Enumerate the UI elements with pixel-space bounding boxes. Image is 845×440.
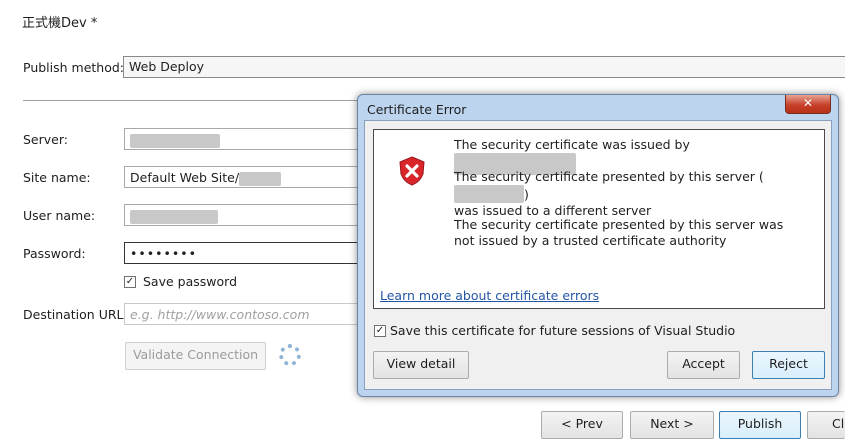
destination-url-placeholder: e.g. http://www.contoso.com — [130, 307, 310, 322]
redacted-site — [239, 171, 282, 186]
publish-method-select[interactable]: Web Deploy ▾ — [123, 56, 845, 78]
validate-connection-button[interactable]: Validate Connection — [125, 342, 266, 370]
destination-url-label: Destination URL: — [23, 307, 128, 322]
user-name-input[interactable] — [124, 204, 364, 226]
message-different-server-b: ) — [524, 187, 529, 202]
password-input[interactable]: •••••••• — [124, 242, 364, 264]
shield-error-icon — [398, 156, 426, 186]
site-name-input[interactable]: Default Web Site/ — [124, 166, 364, 188]
server-label: Server: — [23, 132, 68, 147]
redacted-server-name — [454, 185, 524, 203]
save-certificate-checkbox[interactable]: ✓ — [374, 325, 386, 337]
close-button[interactable]: Cl — [807, 411, 845, 439]
accept-button[interactable]: Accept — [667, 351, 740, 379]
destination-url-input[interactable]: e.g. http://www.contoso.com — [124, 303, 364, 325]
form-separator — [23, 100, 363, 101]
loading-spinner-icon — [279, 344, 301, 366]
redacted-user — [130, 209, 218, 224]
user-name-label: User name: — [23, 208, 96, 223]
message-untrusted-authority: The security certificate presented by th… — [454, 217, 784, 248]
message-different-server-c: was issued to a different server — [454, 203, 652, 218]
save-password-checkbox[interactable]: ✓ — [124, 276, 136, 288]
password-value: •••••••• — [130, 246, 197, 261]
server-input[interactable] — [124, 128, 364, 150]
message-issued-by-text: The security certificate was issued by — [454, 137, 690, 152]
save-certificate-label: Save this certificate for future session… — [390, 323, 736, 338]
redacted-server — [130, 133, 220, 148]
site-name-value: Default Web Site/ — [130, 170, 240, 185]
password-label: Password: — [23, 246, 86, 261]
publish-button[interactable]: Publish — [719, 411, 801, 439]
dialog-close-icon[interactable]: ✕ — [785, 95, 831, 114]
dialog-title: Certificate Error — [367, 102, 467, 117]
dialog-client-area: The security certificate was issued by T… — [364, 120, 832, 390]
message-different-server: The security certificate presented by th… — [454, 169, 814, 219]
publish-method-value: Web Deploy — [129, 59, 204, 74]
certificate-message-box: The security certificate was issued by T… — [373, 129, 825, 309]
site-name-label: Site name: — [23, 170, 91, 185]
message-different-server-a: The security certificate presented by th… — [454, 169, 764, 184]
learn-more-link[interactable]: Learn more about certificate errors — [380, 288, 599, 303]
save-password-label: Save password — [143, 274, 238, 289]
profile-title: 正式機Dev * — [22, 16, 98, 31]
publish-method-label: Publish method: — [23, 60, 125, 75]
prev-button[interactable]: < Prev — [541, 411, 623, 439]
view-detail-button[interactable]: View detail — [373, 351, 469, 379]
reject-button[interactable]: Reject — [752, 351, 825, 379]
certificate-error-dialog: Certificate Error ✕ The security certifi… — [357, 94, 839, 397]
next-button[interactable]: Next > — [630, 411, 714, 439]
